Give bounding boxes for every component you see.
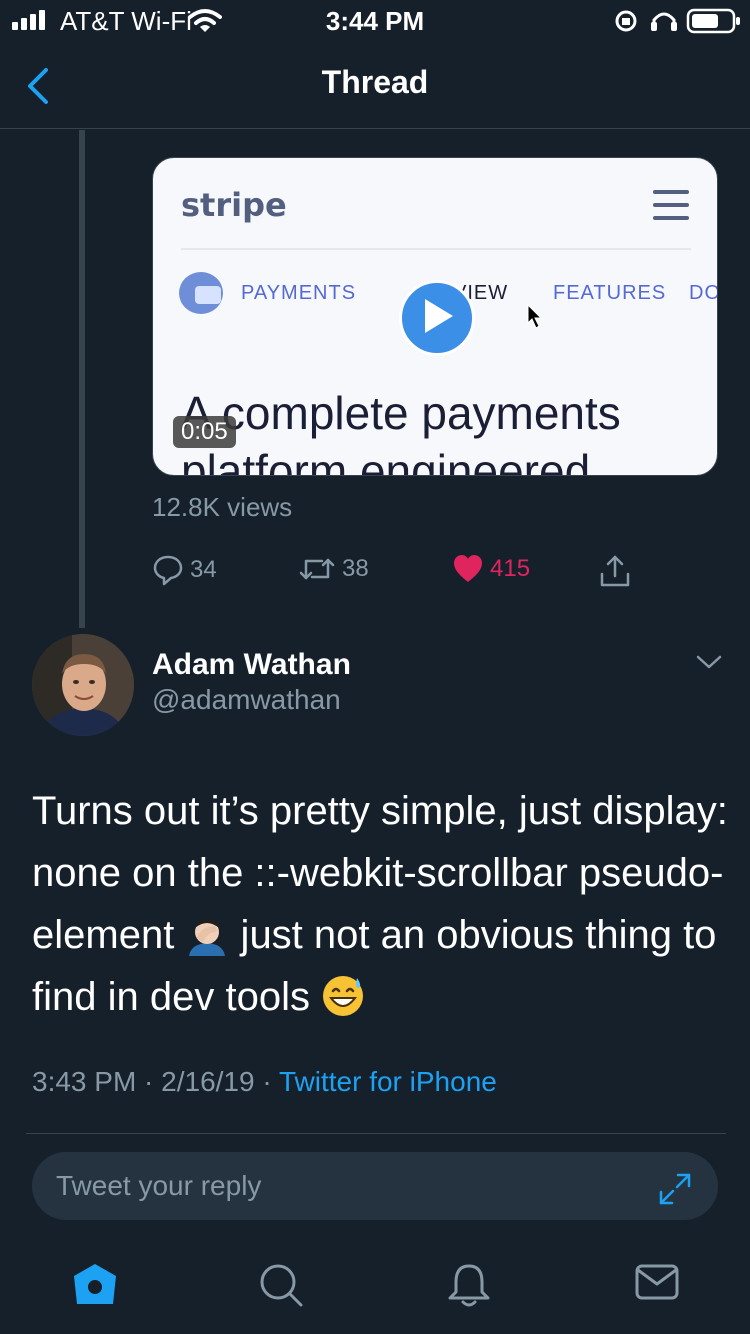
share-button[interactable]	[598, 554, 638, 588]
home-icon[interactable]	[72, 1262, 118, 1306]
reply-placeholder: Tweet your reply	[56, 1170, 262, 1201]
reply-icon	[153, 555, 183, 586]
author-name[interactable]: Adam Wathan	[152, 648, 351, 682]
retweet-icon	[299, 558, 335, 580]
chevron-down-icon[interactable]	[696, 654, 722, 670]
hamburger-menu-icon	[653, 190, 689, 220]
notifications-icon[interactable]	[446, 1262, 492, 1308]
tweet-timestamp: 3:43 PM · 2/16/19 ·	[32, 1066, 279, 1097]
video-brand-logo: stripe	[181, 186, 287, 224]
grinning-sweat-emoji-icon	[323, 976, 364, 1016]
tweet-source-link[interactable]: Twitter for iPhone	[279, 1066, 497, 1097]
like-button[interactable]: 415	[452, 554, 530, 584]
page-title: Thread	[321, 64, 429, 100]
reply-button[interactable]: 34	[152, 554, 217, 586]
video-menu-item: FEATURES	[553, 282, 667, 304]
video-duration-badge: 0:05	[173, 416, 236, 448]
reply-input[interactable]: Tweet your reply	[32, 1152, 718, 1220]
navigation-bar: Thread	[0, 44, 750, 129]
reply-count: 34	[190, 556, 217, 583]
tweet-meta: 3:43 PM · 2/16/19 · Twitter for iPhone	[32, 1066, 497, 1098]
search-icon[interactable]	[258, 1262, 304, 1308]
view-count: 12.8K views	[152, 492, 293, 522]
payments-card-icon	[195, 286, 221, 304]
heart-icon	[454, 555, 482, 582]
retweet-count: 38	[342, 555, 369, 582]
video-menu-item: DO	[689, 282, 718, 304]
author-handle[interactable]: @adamwathan	[152, 684, 341, 716]
messages-icon[interactable]	[634, 1262, 680, 1302]
play-icon[interactable]	[425, 299, 453, 333]
divider	[26, 1133, 726, 1134]
battery-icon	[615, 8, 740, 34]
mouse-cursor-icon	[527, 304, 543, 329]
expand-icon[interactable]	[658, 1172, 692, 1206]
like-count: 415	[490, 555, 531, 582]
thread-connector-line	[79, 130, 85, 628]
video-divider	[181, 248, 691, 250]
avatar[interactable]	[32, 634, 134, 736]
retweet-button[interactable]: 38	[298, 554, 369, 584]
video-headline: A complete payments platform engineered	[181, 387, 621, 476]
video-card[interactable]: stripe PAYMENTS VIEW FEATURES DO A compl…	[152, 157, 718, 476]
tweet-text: Turns out it’s pretty simple, just displ…	[32, 780, 732, 1028]
status-bar: AT&T Wi-Fi 3:44 PM	[0, 0, 750, 44]
facepalm-emoji-icon	[189, 918, 226, 956]
video-menu-item: PAYMENTS	[241, 282, 357, 304]
share-icon	[600, 555, 630, 587]
